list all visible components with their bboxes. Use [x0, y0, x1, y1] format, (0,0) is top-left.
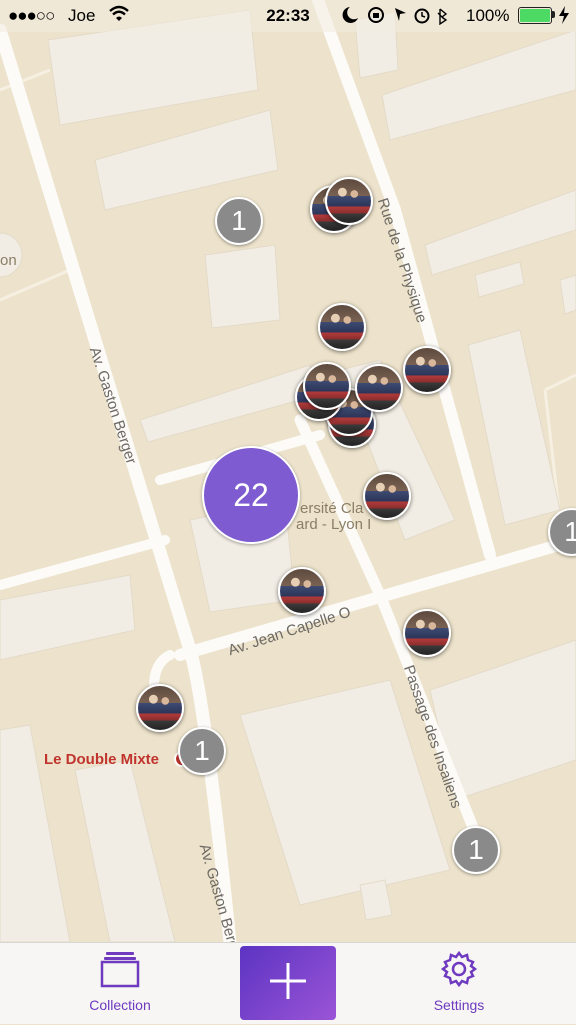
- gear-icon: [439, 950, 479, 991]
- charging-icon: [558, 5, 570, 29]
- photo-pin[interactable]: [403, 346, 451, 394]
- alarm-icon: [414, 8, 430, 24]
- poi-label: on: [0, 252, 17, 269]
- status-bar: ●●●○○ Joe 22:33 100%: [0, 0, 576, 32]
- moon-icon: [342, 7, 358, 23]
- photo-pin[interactable]: [363, 472, 411, 520]
- photo-pin[interactable]: [325, 177, 373, 225]
- poi-label-restaurant[interactable]: Le Double Mixte: [44, 751, 159, 768]
- map-cluster[interactable]: 1: [178, 727, 226, 775]
- battery-icon: [518, 7, 552, 24]
- map-cluster[interactable]: 1: [215, 197, 263, 245]
- photo-pin[interactable]: [403, 609, 451, 657]
- add-button[interactable]: [240, 946, 336, 1020]
- map-cluster[interactable]: 22: [202, 446, 300, 544]
- poi-label: ersité Cla: [300, 500, 364, 517]
- status-icons: [340, 4, 452, 31]
- poi-label: ard - Lyon I: [296, 516, 372, 533]
- battery-percent: 100%: [466, 6, 510, 25]
- rotation-lock-icon: [368, 7, 384, 23]
- tab-settings[interactable]: Settings: [400, 943, 518, 1025]
- plus-icon: [268, 961, 308, 1006]
- photo-pin[interactable]: [355, 364, 403, 412]
- photo-pin[interactable]: [318, 303, 366, 351]
- photo-pin[interactable]: [136, 684, 184, 732]
- photo-pin[interactable]: [303, 362, 351, 410]
- map-cluster[interactable]: 1: [452, 826, 500, 874]
- location-icon: [395, 8, 406, 21]
- photo-pin[interactable]: [278, 567, 326, 615]
- collection-icon: [100, 950, 140, 991]
- tab-label-settings: Settings: [433, 997, 485, 1013]
- tab-collection[interactable]: Collection: [62, 943, 178, 1025]
- tab-label-collection: Collection: [89, 997, 151, 1013]
- bluetooth-icon: [437, 8, 448, 26]
